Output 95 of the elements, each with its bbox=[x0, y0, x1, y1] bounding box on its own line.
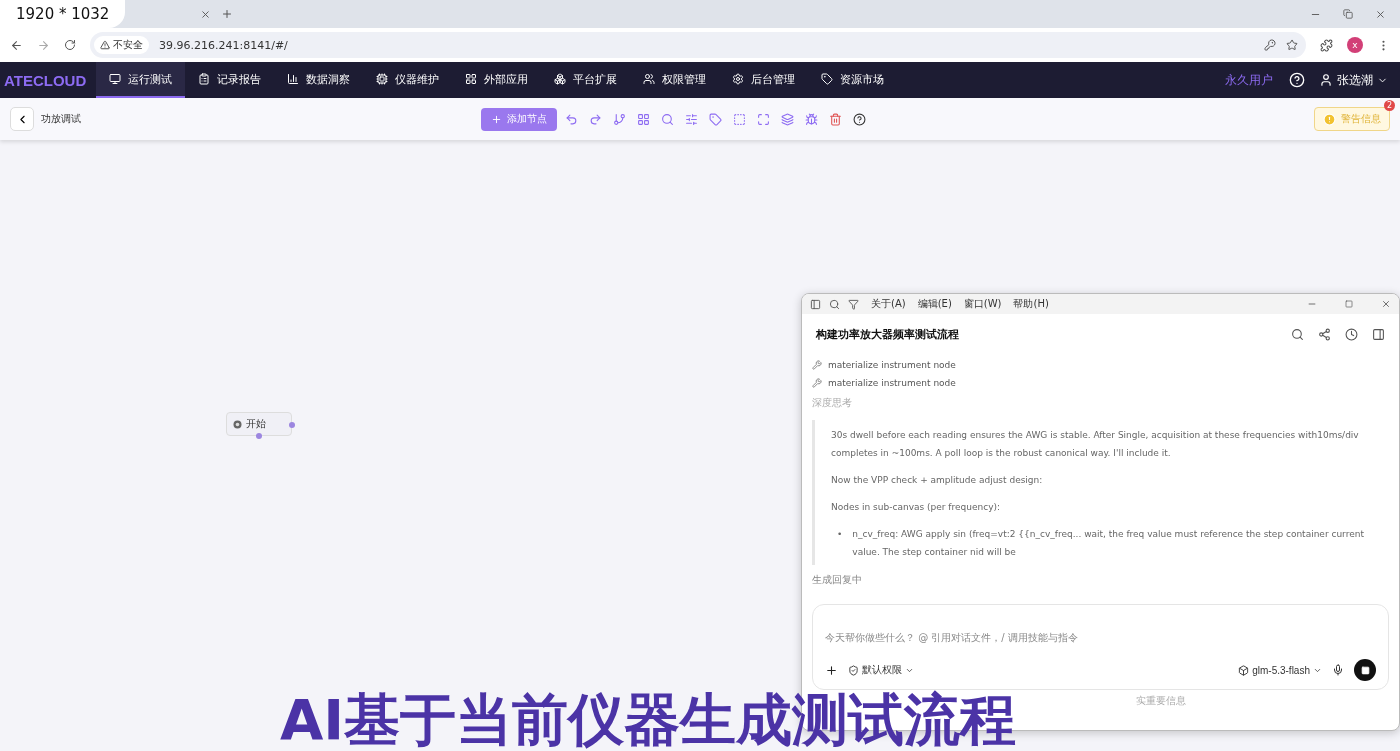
cube-icon bbox=[1238, 664, 1250, 676]
bug-icon[interactable] bbox=[805, 112, 818, 126]
account-type-label: 永久用户 bbox=[1225, 71, 1273, 89]
page-title: 功放调试 bbox=[41, 112, 82, 126]
microphone-icon[interactable] bbox=[1332, 664, 1344, 676]
chat-input[interactable]: 今天帮你做些什么？ @ 引用对话文件，/ 调用技能与指令 默认权限 glm-5.3-flash bbox=[812, 604, 1389, 690]
thinking-label: 深度思考 bbox=[812, 396, 853, 410]
branch-icon[interactable] bbox=[613, 112, 626, 126]
nav-item[interactable]: 后台管理 bbox=[719, 62, 809, 98]
nav-icon bbox=[643, 73, 656, 85]
nav-icon bbox=[554, 73, 567, 85]
logo: ATECLOUD bbox=[4, 70, 87, 91]
square-icon[interactable] bbox=[733, 112, 746, 126]
back-icon[interactable] bbox=[10, 38, 23, 52]
model-dropdown[interactable]: glm-5.3-flash bbox=[1238, 664, 1322, 676]
forward-icon[interactable] bbox=[37, 38, 50, 52]
nav-item[interactable]: 平台扩展 bbox=[541, 62, 631, 98]
restore-icon[interactable] bbox=[1343, 8, 1353, 20]
resolution-badge: 1920 * 1032 bbox=[0, 0, 126, 28]
back-button[interactable] bbox=[10, 107, 34, 131]
nav-icon bbox=[109, 73, 122, 85]
puzzle-icon[interactable] bbox=[1320, 38, 1333, 52]
nav-icon bbox=[376, 73, 389, 85]
shield-icon bbox=[848, 664, 859, 676]
stop-icon bbox=[1360, 665, 1370, 675]
footer-note: 实重要信息 bbox=[1135, 694, 1186, 708]
warning-icon bbox=[100, 40, 110, 50]
bullet-marker: • bbox=[837, 528, 843, 541]
search-icon[interactable] bbox=[829, 298, 840, 310]
sidebar-icon[interactable] bbox=[810, 298, 821, 310]
nav-icon bbox=[465, 73, 478, 85]
chat-title: 构建功率放大器频率测试流程 bbox=[816, 326, 960, 342]
nav-item[interactable]: 运行测试 bbox=[96, 62, 186, 98]
reload-icon[interactable] bbox=[64, 39, 76, 51]
panel-icon[interactable] bbox=[1372, 327, 1385, 341]
menu-item[interactable]: 关于(A) bbox=[871, 297, 906, 311]
user-menu[interactable]: 张选潮 bbox=[1319, 62, 1388, 98]
undo-icon[interactable] bbox=[565, 112, 578, 126]
status-text: 生成回复中 bbox=[812, 573, 863, 587]
grid-icon[interactable] bbox=[637, 112, 650, 126]
caption-text: AI基于当前仪器生成测试流程 bbox=[280, 691, 1017, 749]
wrench-icon bbox=[812, 360, 822, 370]
trash-icon[interactable] bbox=[829, 112, 842, 126]
tool-call-text: materialize instrument node bbox=[828, 360, 956, 370]
search-icon[interactable] bbox=[1291, 327, 1304, 341]
url-text: 39.96.216.241:8141/#/ bbox=[159, 38, 289, 52]
address-bar[interactable]: 不安全 39.96.216.241:8141/#/ bbox=[90, 32, 1306, 58]
share-icon[interactable] bbox=[1318, 327, 1331, 341]
node-port[interactable] bbox=[256, 433, 262, 439]
help-icon[interactable] bbox=[853, 112, 866, 126]
nav-item[interactable]: 外部应用 bbox=[452, 62, 542, 98]
layers-icon[interactable] bbox=[781, 112, 794, 126]
sliders-icon[interactable] bbox=[685, 112, 698, 126]
clock-icon[interactable] bbox=[1345, 327, 1358, 341]
user-icon bbox=[1319, 73, 1333, 87]
filter-icon[interactable] bbox=[848, 298, 859, 310]
nav-item[interactable]: 记录报告 bbox=[185, 62, 275, 98]
search-icon[interactable] bbox=[661, 112, 674, 126]
menu-item[interactable]: 窗口(W) bbox=[963, 297, 1002, 311]
star-icon[interactable] bbox=[1286, 39, 1298, 51]
close-icon[interactable] bbox=[1381, 299, 1391, 309]
plus-icon[interactable] bbox=[825, 663, 838, 677]
close-icon[interactable] bbox=[1375, 8, 1386, 20]
menu-item[interactable]: 帮助(H) bbox=[1013, 297, 1049, 311]
nav-icon bbox=[198, 73, 211, 85]
profile-avatar[interactable]: x bbox=[1347, 37, 1363, 53]
wrench-icon bbox=[812, 378, 822, 388]
nav-item[interactable]: 权限管理 bbox=[630, 62, 720, 98]
thinking-bullet: n_cv_freq: AWG apply sin (freq=vt:2 {{n_cv_freq... wait, the freq value must reference the step container current value. The step container nid will be bbox=[852, 528, 1365, 559]
plus-icon bbox=[491, 113, 502, 125]
stop-button[interactable] bbox=[1354, 659, 1376, 681]
nav-item[interactable]: 仪器维护 bbox=[363, 62, 453, 98]
flow-node[interactable]: 开始 bbox=[226, 412, 292, 436]
menu-item[interactable]: 编辑(E) bbox=[917, 297, 952, 311]
alert-icon bbox=[1323, 112, 1336, 126]
nav-item[interactable]: 数据洞察 bbox=[274, 62, 364, 98]
redo-icon[interactable] bbox=[589, 112, 602, 126]
record-icon bbox=[233, 419, 242, 429]
node-port[interactable] bbox=[289, 422, 295, 428]
tool-call-text: materialize instrument node bbox=[828, 378, 956, 388]
count-badge: 2 bbox=[1384, 100, 1395, 111]
nav-icon bbox=[287, 73, 300, 85]
tag-icon[interactable] bbox=[709, 112, 722, 126]
maximize-icon[interactable] bbox=[1345, 300, 1353, 308]
nav-item[interactable]: 资源市场 bbox=[808, 62, 898, 98]
nav-icon bbox=[821, 73, 834, 85]
thinking-text: Nodes in sub-canvas (per frequency): bbox=[831, 501, 1002, 514]
nav-icon bbox=[732, 73, 745, 85]
thinking-text: 30s dwell before each reading ensures the AWG is stable. After Single, acquisition at these frequencies with10ms/div completes in ~100ms. A poll loop is the robust canonical way. I'll include it. bbox=[831, 429, 1360, 460]
fullscreen-icon[interactable] bbox=[757, 112, 770, 126]
security-chip[interactable]: 不安全 bbox=[94, 36, 149, 54]
close-icon[interactable] bbox=[200, 8, 211, 20]
key-icon[interactable] bbox=[1264, 39, 1276, 51]
permission-dropdown[interactable]: 默认权限 bbox=[848, 663, 914, 677]
thinking-text: Now the VPP check + amplitude adjust design: bbox=[831, 474, 1044, 487]
